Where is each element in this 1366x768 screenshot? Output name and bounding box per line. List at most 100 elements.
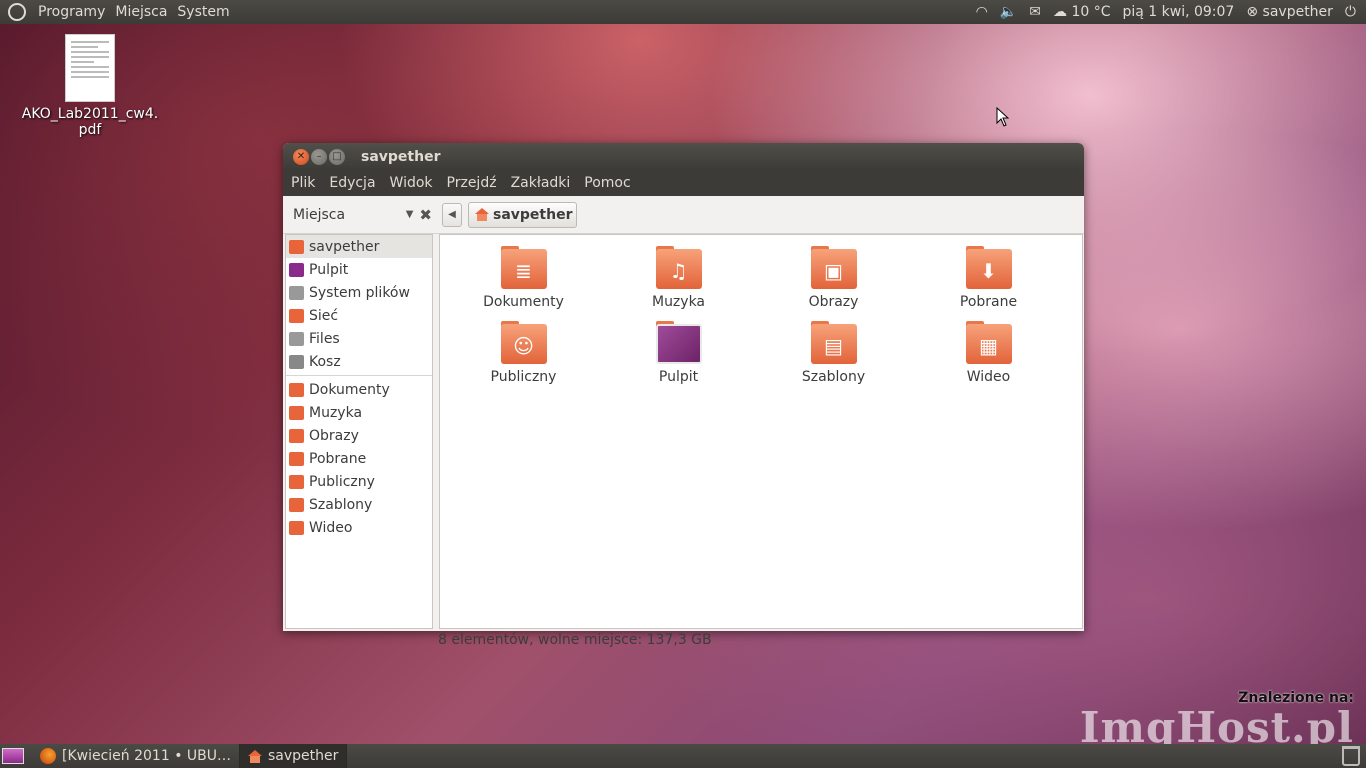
- menu-view[interactable]: Widok: [390, 175, 433, 191]
- folder-view: ≣ Dokumenty ♫ Muzyka ▣ Obrazy ⬇ Pobrane ☺ Publicz…: [439, 234, 1083, 629]
- sidebar-item-dokumenty[interactable]: Dokumenty: [286, 378, 432, 401]
- folder-label: Dokumenty: [483, 294, 564, 310]
- network-icon: [289, 308, 304, 323]
- window-title: savpether: [361, 148, 441, 165]
- task-file-manager-label: savpether: [268, 748, 339, 764]
- file-manager-window: ✕ – □ savpether Plik Edycja Widok Przejd…: [283, 143, 1084, 648]
- sidebar-item-szablony[interactable]: Szablony: [286, 493, 432, 516]
- desktop-file-pdf[interactable]: AKO_Lab2011_cw4. pdf: [20, 34, 160, 138]
- task-file-manager[interactable]: savpether: [240, 744, 348, 768]
- sidebar-item-kosz[interactable]: Kosz: [286, 350, 432, 373]
- sidebar-item-files[interactable]: Files: [286, 327, 432, 350]
- volume-icon[interactable]: 🔈: [1000, 4, 1017, 20]
- home-icon: [289, 239, 304, 254]
- folder-obrazy[interactable]: ▣ Obrazy: [756, 246, 911, 310]
- folder-publiczny[interactable]: ☺ Publiczny: [446, 321, 601, 385]
- sidebar-item-sieć[interactable]: Sieć: [286, 304, 432, 327]
- sidebar-item-label: Dokumenty: [309, 381, 390, 398]
- breadcrumb-label: savpether: [493, 206, 573, 223]
- sidebar-item-savpether[interactable]: savpether: [286, 235, 432, 258]
- trash-icon[interactable]: [1342, 746, 1360, 766]
- sidebar-item-label: Sieć: [309, 307, 339, 324]
- close-sidebar-icon[interactable]: ✖: [419, 206, 432, 224]
- wifi-icon[interactable]: ◠: [976, 4, 988, 20]
- sidebar-item-label: savpether: [309, 238, 380, 255]
- sidebar-item-pulpit[interactable]: Pulpit: [286, 258, 432, 281]
- user-name: savpether: [1262, 4, 1333, 20]
- status-bar: 8 elementów, wolne miejsce: 137,3 GB: [438, 632, 712, 648]
- trash-icon: [289, 354, 304, 369]
- chevron-down-icon[interactable]: ▼: [406, 209, 414, 220]
- folder-templates-icon: [289, 497, 304, 512]
- mail-icon[interactable]: ✉: [1029, 4, 1041, 20]
- weather-indicator[interactable]: ☁ 10 °C: [1053, 4, 1111, 20]
- window-body: savpether Pulpit System plików Sieć Files Kos…: [283, 234, 1084, 629]
- sidebar-item-pobrane[interactable]: Pobrane: [286, 447, 432, 470]
- sidebar-selector-label: Miejsca: [293, 206, 346, 223]
- power-icon[interactable]: ⏻: [1345, 4, 1356, 20]
- sidebar-item-label: Files: [309, 330, 340, 347]
- breadcrumb-back-button[interactable]: ◀: [442, 202, 462, 227]
- location-toolbar: Miejsca ▼ ✖ ◀ savpether: [283, 196, 1084, 234]
- main-menu: Programy Miejsca System: [0, 3, 230, 21]
- task-firefox-label: [Kwiecień 2011 • UBU…: [62, 748, 232, 764]
- breadcrumb-home-button[interactable]: savpether: [468, 201, 578, 228]
- menu-go[interactable]: Przejdź: [447, 175, 497, 191]
- menu-system[interactable]: System: [177, 4, 229, 20]
- home-icon: [475, 208, 489, 221]
- close-window-button[interactable]: ✕: [293, 148, 309, 165]
- clock[interactable]: pią 1 kwi, 09:07: [1122, 4, 1234, 20]
- sidebar-divider: [286, 375, 432, 376]
- sidebar-selector[interactable]: Miejsca ▼ ✖: [283, 206, 438, 224]
- folder-wideo[interactable]: ▦ Wideo: [911, 321, 1066, 385]
- sidebar-item-publiczny[interactable]: Publiczny: [286, 470, 432, 493]
- folder-muzyka[interactable]: ♫ Muzyka: [601, 246, 756, 310]
- sidebar-item-muzyka[interactable]: Muzyka: [286, 401, 432, 424]
- minimize-window-button[interactable]: –: [311, 148, 327, 165]
- places-sidebar: savpether Pulpit System plików Sieć Files Kos…: [285, 234, 433, 629]
- home-icon: [248, 749, 263, 763]
- folder-templates-icon: ▤: [810, 321, 857, 364]
- folder-label: Pobrane: [959, 294, 1018, 310]
- sidebar-item-label: Kosz: [309, 353, 341, 370]
- menu-edit[interactable]: Edycja: [329, 175, 375, 191]
- sidebar-item-label: Pobrane: [309, 450, 367, 467]
- sidebar-item-wideo[interactable]: Wideo: [286, 516, 432, 539]
- sidebar-item-system-plików[interactable]: System plików: [286, 281, 432, 304]
- firefox-icon: [40, 748, 56, 764]
- window-titlebar[interactable]: ✕ – □ savpether: [283, 143, 1084, 170]
- weather-text: 10 °C: [1071, 4, 1111, 20]
- maximize-window-button[interactable]: □: [329, 148, 345, 165]
- menu-help[interactable]: Pomoc: [584, 175, 630, 191]
- folder-desktop-icon: [655, 321, 702, 364]
- menu-file[interactable]: Plik: [291, 175, 315, 191]
- sidebar-item-obrazy[interactable]: Obrazy: [286, 424, 432, 447]
- folder-pictures-icon: [289, 428, 304, 443]
- menu-applications[interactable]: Programy: [38, 4, 105, 20]
- folder-pulpit[interactable]: Pulpit: [601, 321, 756, 385]
- folder-label: Muzyka: [651, 294, 706, 310]
- desktop-file-label-1: AKO_Lab2011_cw4.: [21, 106, 159, 122]
- folder-pictures-icon: ▣: [810, 246, 857, 289]
- desktop-icon: [289, 262, 304, 277]
- folder-pobrane[interactable]: ⬇ Pobrane: [911, 246, 1066, 310]
- folder-documents-icon: ≣: [500, 246, 547, 289]
- bottom-panel: [Kwiecień 2011 • UBU… savpether: [0, 744, 1366, 768]
- menu-places[interactable]: Miejsca: [115, 4, 167, 20]
- sidebar-item-label: Muzyka: [309, 404, 363, 421]
- task-firefox[interactable]: [Kwiecień 2011 • UBU…: [32, 744, 241, 768]
- desktop-file-label-2: pdf: [78, 122, 102, 138]
- folder-dokumenty[interactable]: ≣ Dokumenty: [446, 246, 601, 310]
- folder-label: Publiczny: [490, 369, 557, 385]
- user-status-icon: ⊗: [1246, 4, 1259, 20]
- show-desktop-icon[interactable]: [2, 748, 24, 764]
- folder-music-icon: [289, 405, 304, 420]
- menu-bookmarks[interactable]: Zakładki: [511, 175, 571, 191]
- folder-video-icon: [289, 520, 304, 535]
- user-indicator[interactable]: ⊗ savpether: [1246, 4, 1333, 20]
- weather-icon: ☁: [1052, 4, 1067, 20]
- folder-szablony[interactable]: ▤ Szablony: [756, 321, 911, 385]
- folder-label: Pulpit: [658, 369, 699, 385]
- ubuntu-logo-icon[interactable]: [8, 3, 26, 21]
- folder-documents-icon: [289, 382, 304, 397]
